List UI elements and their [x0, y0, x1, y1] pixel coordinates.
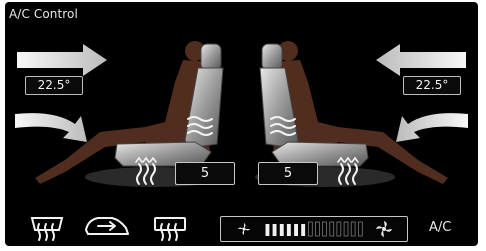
left-foot-airflow-arrow[interactable]	[15, 113, 87, 142]
fan-bar-active	[265, 224, 270, 236]
fan-bar-active	[279, 224, 284, 236]
right-seat-heat-level[interactable]: 5	[258, 162, 318, 185]
fan-bar-inactive	[315, 221, 320, 237]
fan-high-icon[interactable]	[375, 220, 393, 238]
fan-bar-active	[294, 224, 298, 236]
left-seat-heat-level[interactable]: 5	[175, 162, 235, 185]
bottom-control-bar: A/C	[5, 206, 478, 246]
ac-control-screen: A/C Control 22.5° 22.5° 5 5 A/C	[5, 2, 478, 246]
left-temperature-display[interactable]: 22.5°	[25, 76, 83, 95]
fan-bar-inactive	[322, 221, 327, 237]
right-foot-airflow-arrow[interactable]	[396, 113, 468, 142]
fan-bar-inactive	[343, 221, 349, 237]
fan-bar-inactive	[336, 221, 342, 237]
right-face-airflow-arrow[interactable]	[376, 44, 466, 76]
fan-low-icon[interactable]	[237, 222, 251, 236]
fan-bar-active	[301, 224, 306, 236]
fan-bar-inactive	[350, 221, 356, 237]
fan-speed-control[interactable]	[220, 216, 408, 242]
fan-bar-active	[272, 224, 277, 236]
fan-bar-active	[286, 224, 291, 236]
fan-speed-bars	[265, 221, 363, 237]
ac-toggle-label[interactable]: A/C	[429, 220, 451, 235]
rear-defrost-icon[interactable]	[27, 206, 67, 246]
fan-bar-inactive	[329, 221, 335, 237]
recirculation-icon[interactable]	[82, 206, 132, 246]
right-temperature-display[interactable]: 22.5°	[403, 76, 461, 95]
left-face-airflow-arrow[interactable]	[17, 44, 107, 76]
fan-bar-inactive	[308, 221, 313, 237]
fan-bar-inactive	[358, 221, 363, 237]
screen-title: A/C Control	[9, 7, 78, 21]
front-defrost-icon[interactable]	[150, 206, 190, 246]
